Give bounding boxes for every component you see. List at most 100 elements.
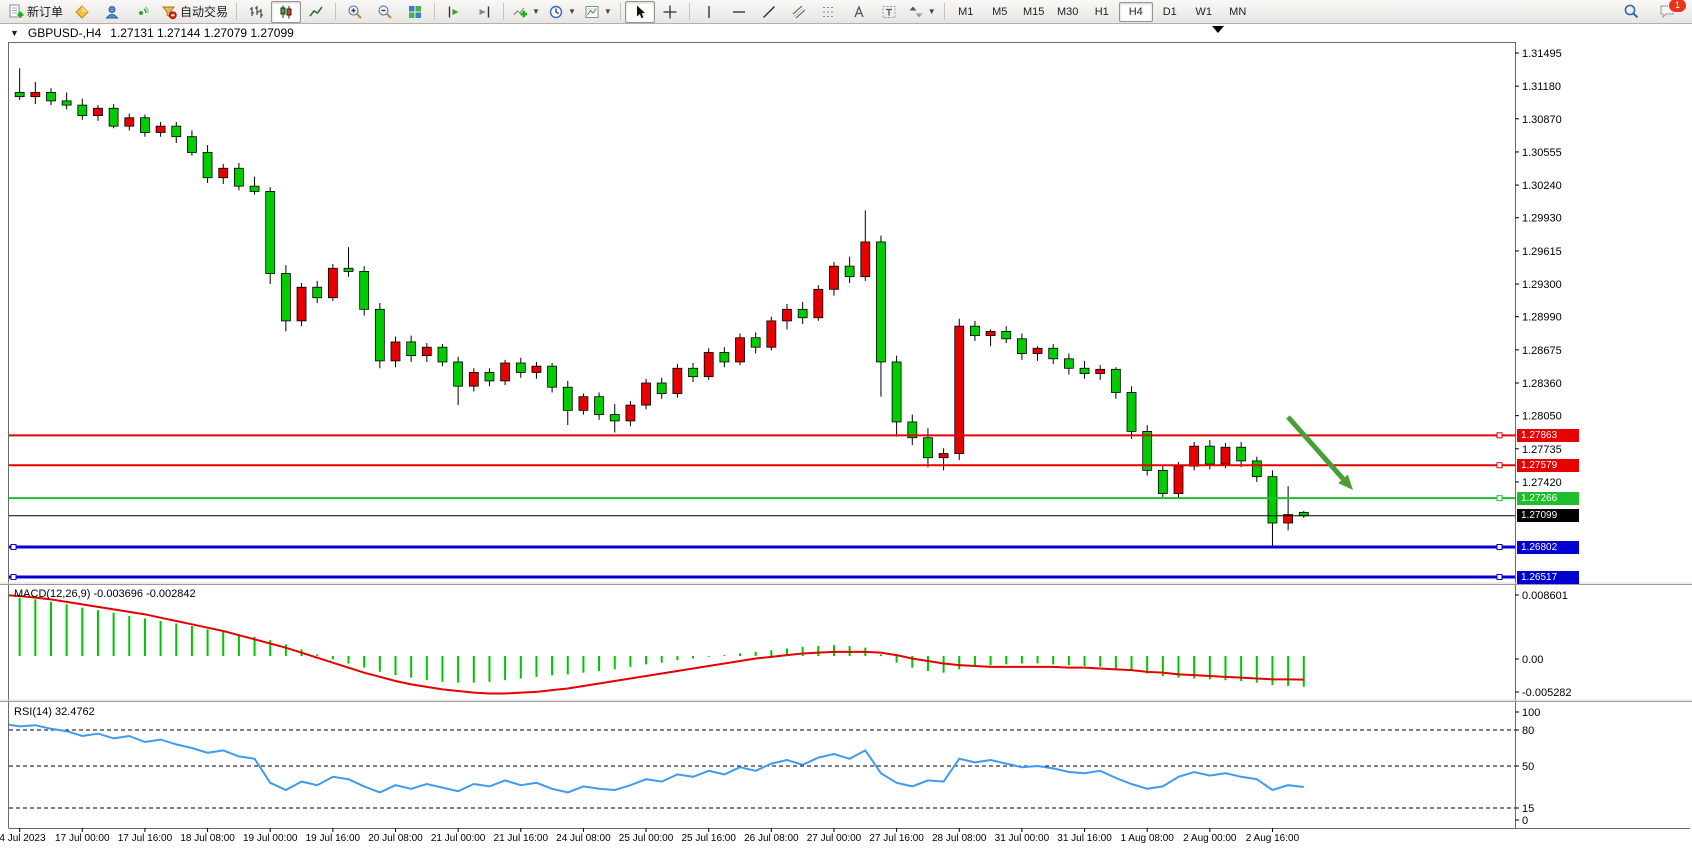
vertical-line-button[interactable] xyxy=(694,1,724,23)
svg-text:0.008601: 0.008601 xyxy=(1522,590,1568,602)
hline-objects[interactable] xyxy=(9,433,1515,580)
auto-scroll-icon xyxy=(446,4,462,20)
separator xyxy=(620,3,621,20)
text-button[interactable] xyxy=(844,1,874,23)
price-level-badge: 1.26802 xyxy=(1517,541,1579,554)
chart-shift-button[interactable] xyxy=(469,1,499,23)
templates-button[interactable]: ▼ xyxy=(580,1,616,23)
horizontal-line-button[interactable] xyxy=(724,1,754,23)
svg-text:1.29930: 1.29930 xyxy=(1522,213,1562,225)
search-button[interactable] xyxy=(1616,1,1646,23)
svg-text:80: 80 xyxy=(1522,725,1534,737)
svg-text:-0.005282: -0.005282 xyxy=(1522,687,1572,699)
rsi-label: RSI(14) 32.4762 xyxy=(14,706,95,718)
line-chart-button[interactable] xyxy=(301,1,331,23)
chart-shift-marker[interactable] xyxy=(1212,26,1224,33)
new-order-button[interactable]: 新订单 xyxy=(4,1,67,23)
line-chart-icon xyxy=(308,4,324,20)
periods-button[interactable]: ▼ xyxy=(544,1,580,23)
svg-text:1.27735: 1.27735 xyxy=(1522,444,1562,456)
hline-handle[interactable] xyxy=(1497,545,1502,550)
svg-text:26 Jul 08:00: 26 Jul 08:00 xyxy=(744,833,799,844)
trendline-button[interactable] xyxy=(754,1,784,23)
zoom-out-button[interactable] xyxy=(370,1,400,23)
notifications-button[interactable]: 1 xyxy=(1652,1,1682,23)
tile-windows-button[interactable] xyxy=(400,1,430,23)
svg-text:15: 15 xyxy=(1522,803,1534,815)
timeframe-m1-button[interactable]: M1 xyxy=(949,2,983,22)
timeframe-w1-button[interactable]: W1 xyxy=(1187,2,1221,22)
auto-scroll-button[interactable] xyxy=(439,1,469,23)
candles xyxy=(0,68,1308,547)
svg-text:19 Jul 16:00: 19 Jul 16:00 xyxy=(306,833,361,844)
crosshair-button[interactable] xyxy=(655,1,685,23)
main-toolbar: 新订单 自动交易 ▼ ▼ xyxy=(0,0,1692,24)
separator xyxy=(434,3,435,20)
svg-text:28 Jul 08:00: 28 Jul 08:00 xyxy=(932,833,987,844)
hline-handle[interactable] xyxy=(11,545,16,550)
arrows-button[interactable]: ▼ xyxy=(904,1,940,23)
timeframe-h1-button[interactable]: H1 xyxy=(1085,2,1119,22)
svg-text:1.29300: 1.29300 xyxy=(1522,279,1562,291)
price-level-badge: 1.27099 xyxy=(1517,509,1579,522)
svg-text:50: 50 xyxy=(1522,761,1534,773)
separator xyxy=(236,3,237,20)
bar-chart-button[interactable] xyxy=(241,1,271,23)
fibonacci-icon xyxy=(821,4,837,20)
timeframe-m15-button[interactable]: M15 xyxy=(1017,2,1051,22)
chart-title-bar[interactable]: ▼ GBPUSD-,H4 1.27131 1.27144 1.27079 1.2… xyxy=(10,25,294,41)
svg-text:25 Jul 00:00: 25 Jul 00:00 xyxy=(619,833,674,844)
text-icon xyxy=(852,4,866,20)
timeframe-m5-button[interactable]: M5 xyxy=(983,2,1017,22)
hline-handle[interactable] xyxy=(1497,463,1502,468)
chart-shift-icon xyxy=(476,4,492,20)
svg-text:1.28990: 1.28990 xyxy=(1522,312,1562,324)
chart-ohlc-values: 1.27131 1.27144 1.27079 1.27099 xyxy=(110,26,294,40)
hline-handle[interactable] xyxy=(1497,575,1502,580)
fibonacci-button[interactable] xyxy=(814,1,844,23)
separator xyxy=(503,3,504,20)
equidistant-channel-icon xyxy=(791,4,807,20)
price-chart[interactable]: 1.314951.311801.308701.305551.302401.299… xyxy=(0,0,1692,850)
hline-handle[interactable] xyxy=(11,575,16,580)
zoom-out-icon xyxy=(377,4,393,20)
timeframe-mn-button[interactable]: MN xyxy=(1221,2,1255,22)
candlestick-chart-button[interactable] xyxy=(271,1,301,23)
equidistant-channel-button[interactable] xyxy=(784,1,814,23)
price-level-badge: 1.27579 xyxy=(1517,459,1579,472)
trend-arrow-annotation[interactable] xyxy=(1288,417,1353,490)
chart-symbol-title: GBPUSD-,H4 xyxy=(28,26,101,40)
svg-text:2 Aug 16:00: 2 Aug 16:00 xyxy=(1246,833,1300,844)
hline-handle[interactable] xyxy=(1497,496,1502,501)
svg-text:19 Jul 00:00: 19 Jul 00:00 xyxy=(243,833,298,844)
auto-trading-button[interactable]: 自动交易 xyxy=(157,1,232,23)
tile-windows-icon xyxy=(407,4,423,20)
indicators-button[interactable]: ▼ xyxy=(508,1,544,23)
market-icon xyxy=(104,4,120,20)
timeframe-d1-button[interactable]: D1 xyxy=(1153,2,1187,22)
svg-text:1.31180: 1.31180 xyxy=(1522,81,1561,93)
hline-handle[interactable] xyxy=(1497,433,1502,438)
notification-badge: 1 xyxy=(1668,0,1687,13)
cursor-button[interactable] xyxy=(625,1,655,23)
metaeditor-button[interactable] xyxy=(67,1,97,23)
signals-button[interactable] xyxy=(127,1,157,23)
text-label-button[interactable] xyxy=(874,1,904,23)
svg-text:24 Jul 08:00: 24 Jul 08:00 xyxy=(556,833,611,844)
time-axis[interactable]: 14 Jul 202317 Jul 00:0017 Jul 16:0018 Ju… xyxy=(0,828,1300,844)
svg-text:21 Jul 00:00: 21 Jul 00:00 xyxy=(431,833,486,844)
svg-text:21 Jul 16:00: 21 Jul 16:00 xyxy=(494,833,549,844)
new-order-icon xyxy=(8,4,24,20)
indicators-icon xyxy=(512,4,528,20)
timeframe-m30-button[interactable]: M30 xyxy=(1051,2,1085,22)
auto-trading-label: 自动交易 xyxy=(180,3,228,20)
price-level-badge: 1.27266 xyxy=(1517,492,1579,505)
svg-text:2 Aug 00:00: 2 Aug 00:00 xyxy=(1183,833,1237,844)
chart-dropdown-icon[interactable]: ▼ xyxy=(10,28,19,38)
cursor-icon xyxy=(632,4,648,20)
zoom-in-button[interactable] xyxy=(340,1,370,23)
svg-text:14 Jul 2023: 14 Jul 2023 xyxy=(0,833,46,844)
timeframe-h4-button[interactable]: H4 xyxy=(1119,2,1153,22)
market-button[interactable] xyxy=(97,1,127,23)
signals-icon xyxy=(134,4,150,20)
